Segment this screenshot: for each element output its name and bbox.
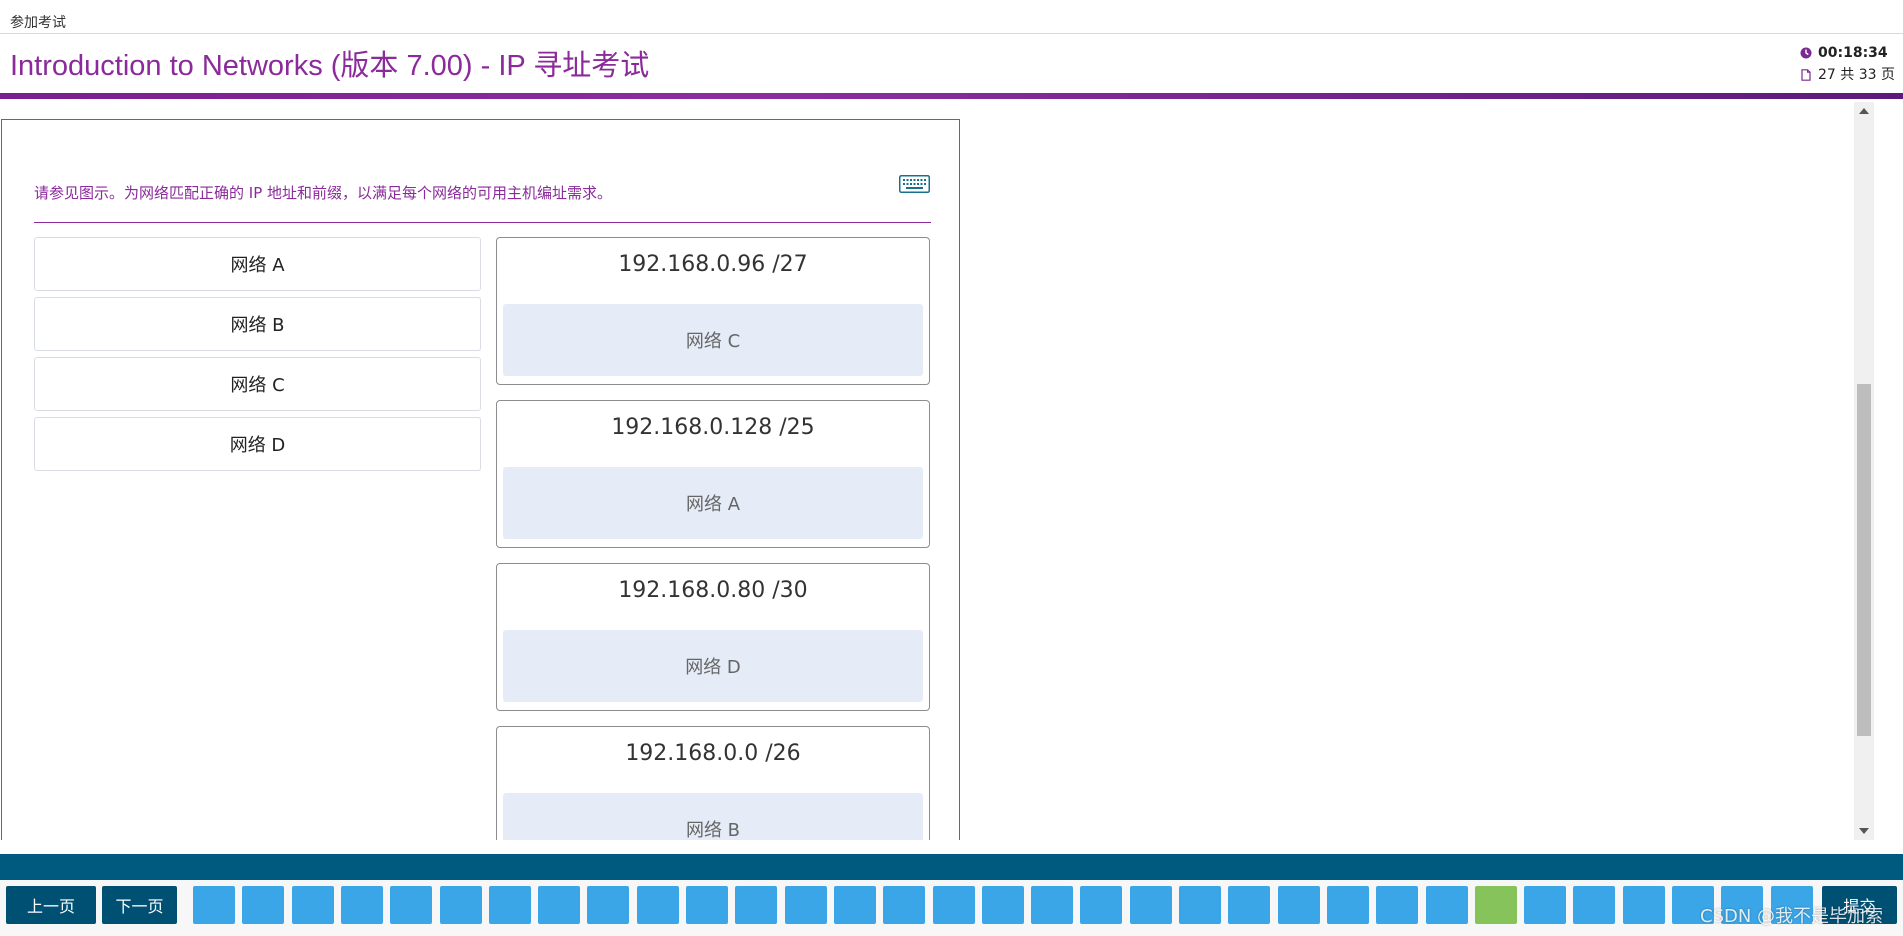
top-bar: 参加考试 — [0, 0, 1903, 34]
target-ip: 192.168.0.80 /30 — [618, 578, 808, 603]
page-button-29[interactable] — [1573, 886, 1615, 924]
scroll-down-arrow-icon[interactable] — [1859, 828, 1869, 834]
target-box: 192.168.0.80 /30 网络 D — [496, 563, 930, 711]
page-button-24[interactable] — [1327, 886, 1369, 924]
footer-nav: 上一页 下一页 提交 — [0, 880, 1903, 936]
page-button-14[interactable] — [834, 886, 876, 924]
timer-readout: 00:18:34 — [1818, 45, 1888, 61]
page-button-20[interactable] — [1130, 886, 1172, 924]
vertical-scrollbar[interactable] — [1854, 102, 1874, 840]
target-ip: 192.168.0.128 /25 — [611, 415, 815, 440]
question-area: 请参见图示。为网络匹配正确的 IP 地址和前缀，以满足每个网络的可用主机编址需求… — [0, 102, 1903, 840]
page-status: 27 共 33 页 — [1818, 67, 1895, 83]
drop-zone[interactable]: 网络 A — [503, 467, 923, 539]
option-label: 网络 C — [230, 375, 285, 396]
option-network-b[interactable]: 网络 B — [34, 297, 481, 351]
exam-meta: 00:18:34 27 共 33 页 — [1800, 42, 1895, 86]
scroll-up-arrow-icon[interactable] — [1859, 108, 1869, 114]
keyboard-icon[interactable] — [899, 175, 930, 193]
clock-icon — [1800, 47, 1812, 59]
target-box: 192.168.0.96 /27 网络 C — [496, 237, 930, 385]
header-divider — [0, 93, 1903, 99]
option-label: 网络 A — [230, 255, 285, 276]
page-button-13[interactable] — [785, 886, 827, 924]
drop-zone[interactable]: 网络 D — [503, 630, 923, 702]
topbar-label: 参加考试 — [10, 15, 66, 31]
page-button-22[interactable] — [1228, 886, 1270, 924]
scrollbar-thumb[interactable] — [1857, 384, 1871, 736]
placed-answer: 网络 C — [685, 331, 741, 352]
question-prompt: 请参见图示。为网络匹配正确的 IP 地址和前缀，以满足每个网络的可用主机编址需求… — [34, 184, 613, 202]
page-button-1[interactable] — [193, 886, 235, 924]
page-icon — [1801, 69, 1811, 81]
page-button-28[interactable] — [1524, 886, 1566, 924]
target-ip: 192.168.0.96 /27 — [618, 252, 808, 277]
next-page-button[interactable]: 下一页 — [102, 886, 177, 924]
page-button-26[interactable] — [1426, 886, 1468, 924]
page-button-6[interactable] — [440, 886, 482, 924]
progress-bar — [0, 854, 1903, 880]
page-button-21[interactable] — [1179, 886, 1221, 924]
page-button-7[interactable] — [489, 886, 531, 924]
drop-zone[interactable]: 网络 B — [503, 793, 923, 840]
question-card: 请参见图示。为网络匹配正确的 IP 地址和前缀，以满足每个网络的可用主机编址需求… — [1, 119, 960, 840]
prompt-divider — [34, 222, 931, 223]
target-ip: 192.168.0.0 /26 — [625, 741, 801, 766]
page-button-11[interactable] — [686, 886, 728, 924]
page-title: Introduction to Networks (版本 7.00) - IP … — [10, 50, 650, 82]
exam-header: Introduction to Networks (版本 7.00) - IP … — [0, 34, 1903, 94]
page-button-18[interactable] — [1031, 886, 1073, 924]
page-button-16[interactable] — [933, 886, 975, 924]
option-label: 网络 B — [230, 315, 285, 336]
page-button-27[interactable] — [1475, 886, 1517, 924]
page-button-3[interactable] — [292, 886, 334, 924]
option-network-d[interactable]: 网络 D — [34, 417, 481, 471]
placed-answer: 网络 A — [685, 494, 741, 515]
option-network-a[interactable]: 网络 A — [34, 237, 481, 291]
option-network-c[interactable]: 网络 C — [34, 357, 481, 411]
option-label: 网络 D — [229, 435, 286, 456]
page-button-17[interactable] — [982, 886, 1024, 924]
page-button-5[interactable] — [390, 886, 432, 924]
page-button-12[interactable] — [735, 886, 777, 924]
page-button-10[interactable] — [637, 886, 679, 924]
drop-zone[interactable]: 网络 C — [503, 304, 923, 376]
page-button-4[interactable] — [341, 886, 383, 924]
target-box: 192.168.0.128 /25 网络 A — [496, 400, 930, 548]
page-button-25[interactable] — [1376, 886, 1418, 924]
placed-answer: 网络 D — [685, 657, 741, 678]
page-button-30[interactable] — [1623, 886, 1665, 924]
target-box: 192.168.0.0 /26 网络 B — [496, 726, 930, 840]
watermark: CSDN @我不是毕加索 — [1700, 906, 1884, 927]
page-button-19[interactable] — [1080, 886, 1122, 924]
prev-page-button[interactable]: 上一页 — [6, 886, 96, 924]
placed-answer: 网络 B — [685, 820, 741, 840]
page-button-15[interactable] — [883, 886, 925, 924]
page-button-9[interactable] — [587, 886, 629, 924]
page-button-2[interactable] — [242, 886, 284, 924]
page-button-23[interactable] — [1278, 886, 1320, 924]
page-button-8[interactable] — [538, 886, 580, 924]
